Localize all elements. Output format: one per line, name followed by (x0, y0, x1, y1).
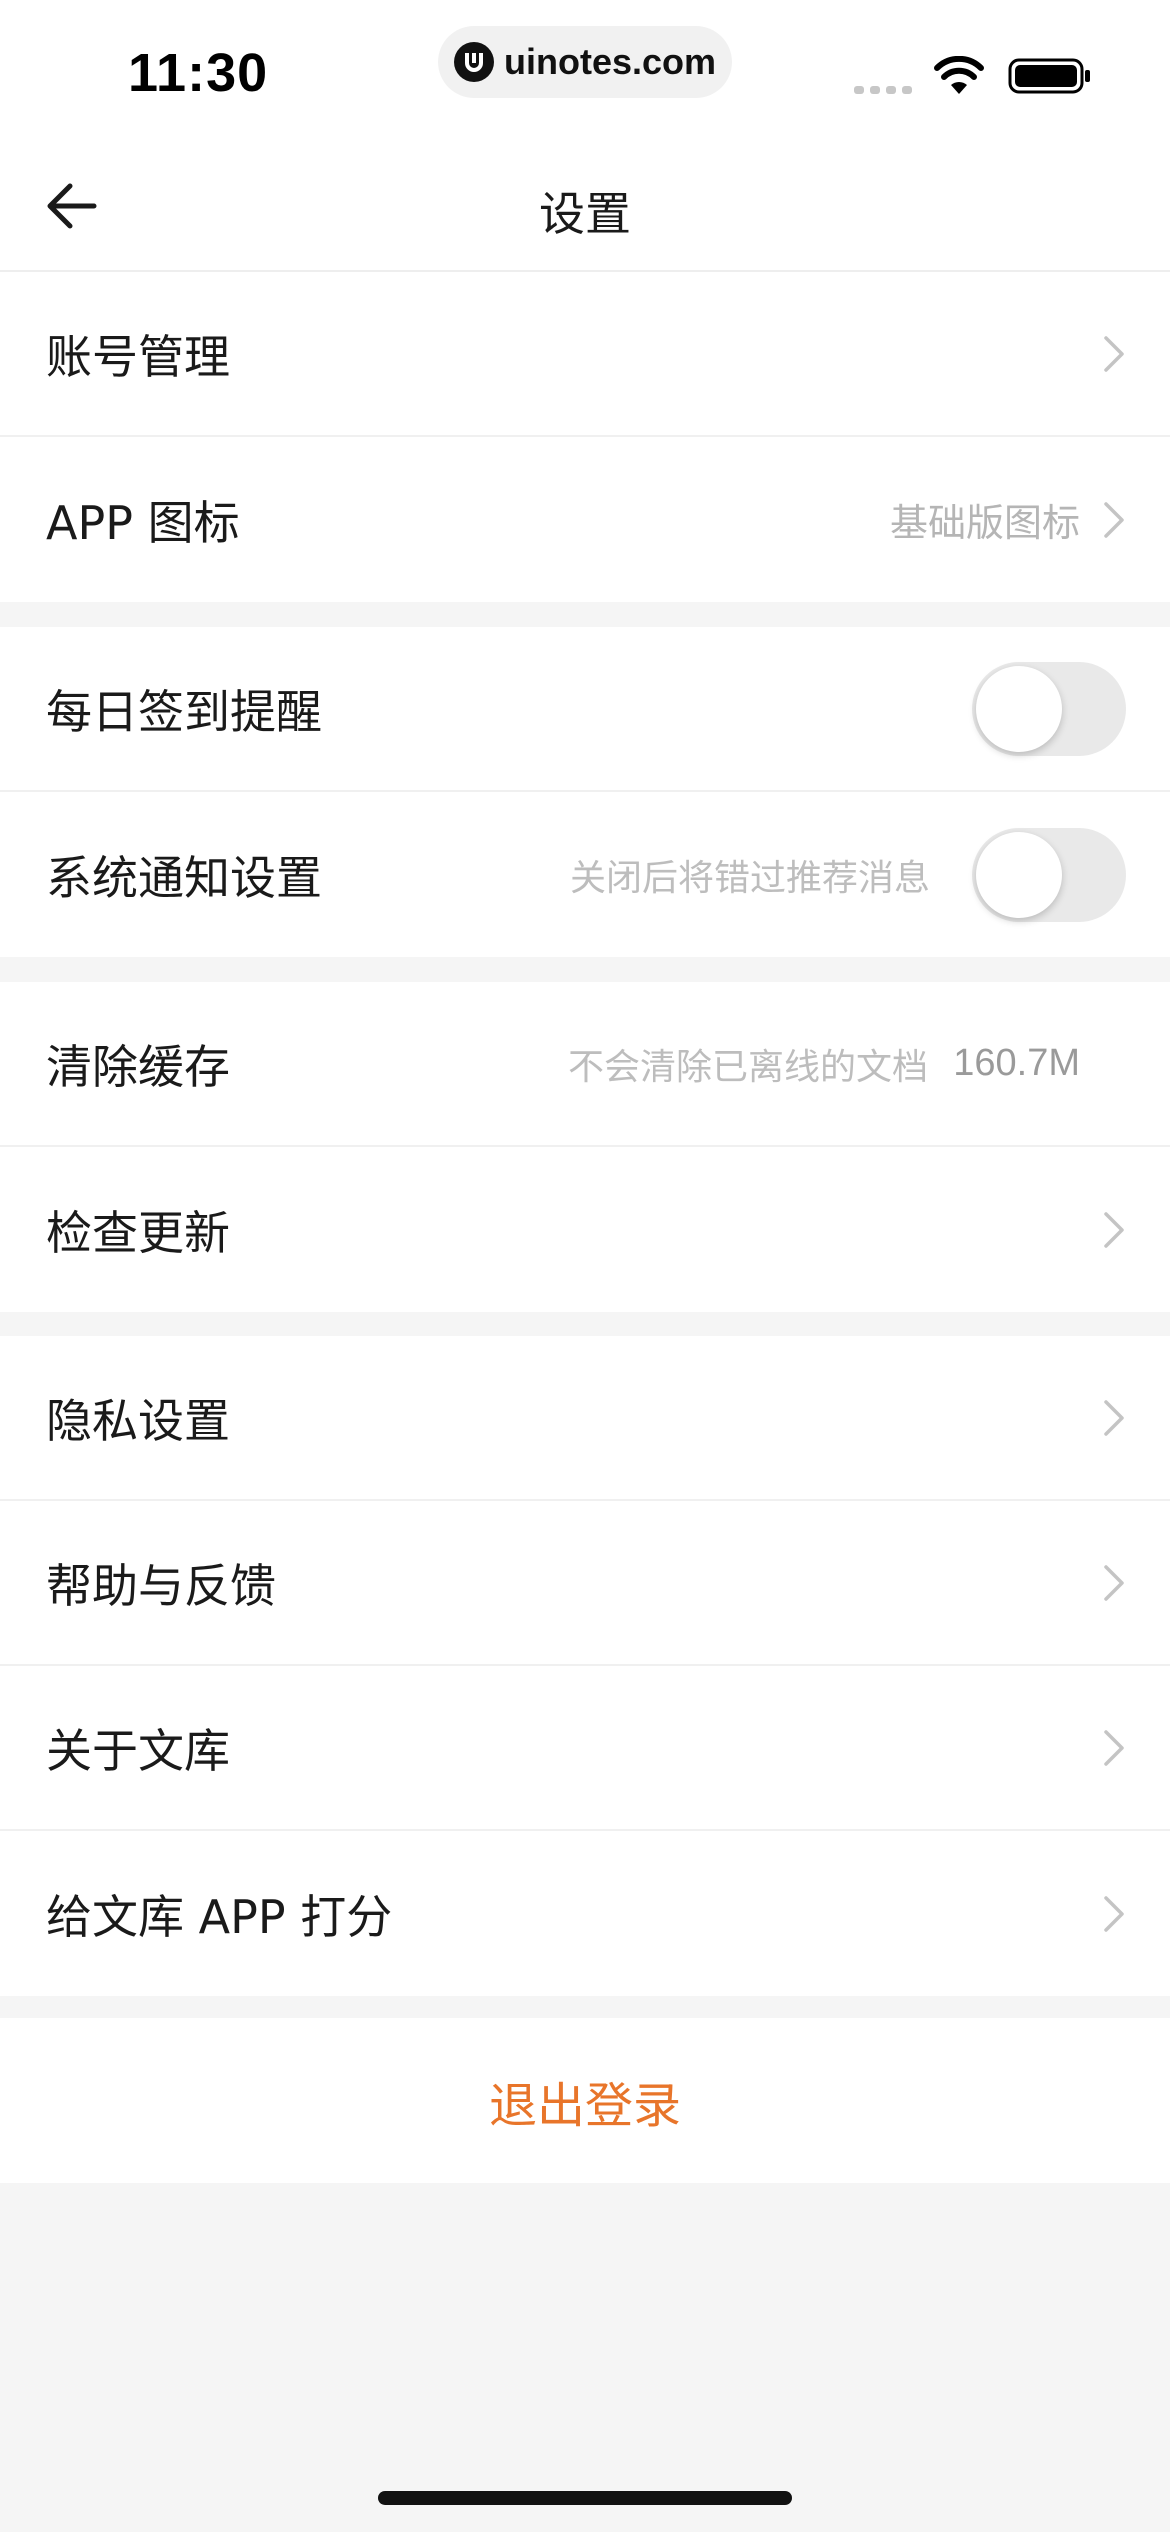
home-indicator[interactable] (378, 2491, 792, 2505)
row-label: 帮助与反馈 (46, 1558, 276, 1613)
cache-size: 160.7M (953, 1042, 1080, 1084)
row-label: APP 图标 (46, 495, 240, 550)
toggle-knob (976, 665, 1062, 752)
row-label: 账号管理 (46, 329, 230, 384)
daily-checkin-toggle[interactable] (972, 661, 1126, 756)
toggle-knob (976, 831, 1062, 918)
row-system-notification: 系统通知设置 关闭后将错过推荐消息 (0, 792, 1170, 957)
row-check-update[interactable]: 检查更新 (0, 1147, 1170, 1312)
settings-group-account: 账号管理 APP 图标 基础版图标 (0, 272, 1170, 602)
page-title: 设置 (539, 187, 631, 241)
chevron-right-icon (1104, 1729, 1124, 1766)
row-label: 清除缓存 (46, 1039, 230, 1094)
row-label: 系统通知设置 (46, 850, 322, 905)
settings-group-about: 隐私设置 帮助与反馈 关于文库 给文库 APP 打分 (0, 1336, 1170, 1996)
row-label: 给文库 APP 打分 (46, 1889, 393, 1944)
url-text: uinotes.com (503, 41, 717, 82)
chevron-right-icon (1104, 335, 1124, 372)
chevron-right-icon (1104, 1895, 1124, 1932)
wifi-icon (934, 56, 984, 94)
site-logo-icon (453, 42, 494, 82)
status-time: 11:30 (128, 43, 269, 103)
row-privacy-settings[interactable]: 隐私设置 (0, 1336, 1170, 1501)
status-bar: 11:30 uinotes.com (0, 0, 1170, 140)
row-help-feedback[interactable]: 帮助与反馈 (0, 1501, 1170, 1666)
row-app-icon[interactable]: APP 图标 基础版图标 (0, 437, 1170, 602)
row-label: 关于文库 (46, 1723, 230, 1778)
chevron-right-icon (1104, 1564, 1124, 1601)
url-pill[interactable]: uinotes.com (438, 26, 732, 98)
settings-group-storage: 清除缓存 不会清除已离线的文档 160.7M 检查更新 (0, 982, 1170, 1312)
row-about-wenku[interactable]: 关于文库 (0, 1666, 1170, 1831)
nav-bar: 设置 (0, 140, 1170, 272)
row-daily-checkin-reminder: 每日签到提醒 (0, 627, 1170, 792)
row-label: 检查更新 (46, 1205, 230, 1260)
logout-label: 退出登录 (488, 2077, 681, 2134)
row-label: 隐私设置 (46, 1393, 230, 1448)
app-icon-value: 基础版图标 (889, 501, 1080, 545)
signal-icon (854, 86, 912, 94)
row-clear-cache[interactable]: 清除缓存 不会清除已离线的文档 160.7M (0, 982, 1170, 1147)
battery-icon (1008, 58, 1090, 94)
row-label: 每日签到提醒 (46, 684, 322, 739)
logout-button[interactable]: 退出登录 (0, 2018, 1170, 2183)
settings-group-notifications: 每日签到提醒 系统通知设置 关闭后将错过推荐消息 (0, 627, 1170, 957)
chevron-right-icon (1104, 1399, 1124, 1436)
row-rate-app[interactable]: 给文库 APP 打分 (0, 1831, 1170, 1996)
row-account-management[interactable]: 账号管理 (0, 272, 1170, 437)
notification-hint: 关闭后将错过推荐消息 (569, 857, 930, 899)
chevron-right-icon (1104, 501, 1124, 538)
clear-cache-hint: 不会清除已离线的文档 (567, 1046, 928, 1088)
system-notification-toggle[interactable] (972, 827, 1126, 922)
chevron-right-icon (1104, 1211, 1124, 1248)
